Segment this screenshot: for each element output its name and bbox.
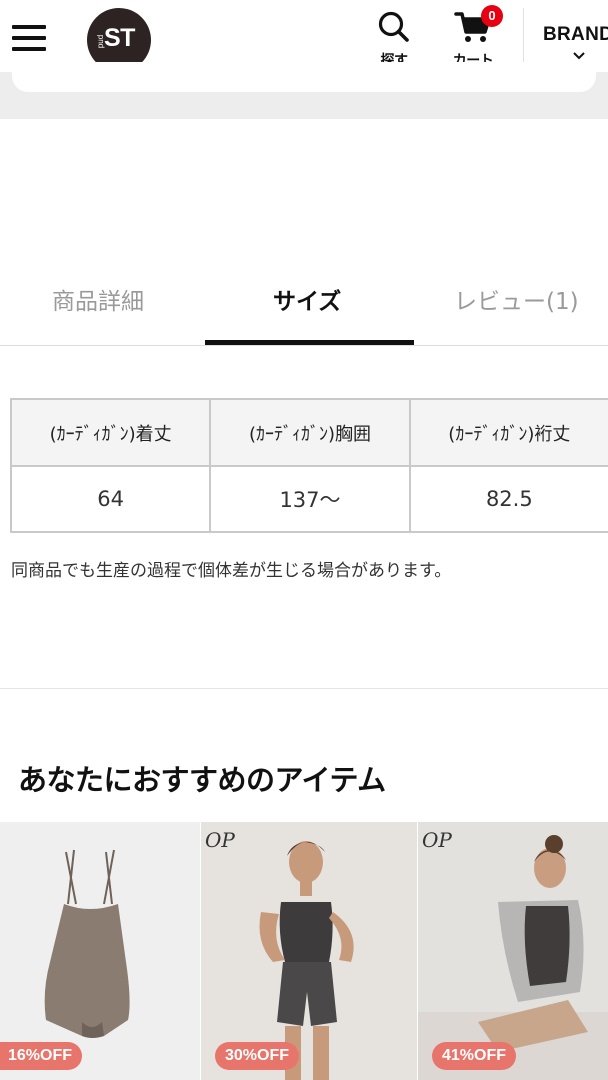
product-card[interactable]: 16%OFF: [0, 822, 200, 1080]
cart-count-badge: 0: [481, 5, 503, 27]
table-row: 64 137～ 82.5: [9, 465, 608, 533]
brand-label: BRAND: [543, 24, 608, 45]
menu-icon[interactable]: [12, 23, 48, 53]
size-value-chest: 137～: [209, 465, 411, 533]
search-pill[interactable]: [12, 62, 596, 92]
size-note: 同商品でも生産の過程で個体差が生じる場合があります。: [11, 561, 452, 581]
cart-button[interactable]: 0 カート: [446, 5, 503, 70]
recommend-title: あなたにおすすめのアイテム: [18, 763, 386, 797]
size-value-sleeve: 82.5: [408, 465, 608, 533]
product-card[interactable]: OP 41%OFF: [418, 822, 608, 1080]
brand-menu-button[interactable]: BRAND: [543, 24, 608, 60]
discount-badge: 41%OFF: [432, 1042, 517, 1070]
tab-product-details[interactable]: 商品詳細: [52, 282, 144, 316]
size-table-header-row: (ｶｰﾃﾞｨｶﾞﾝ)着丈 (ｶｰﾃﾞｨｶﾞﾝ)胸囲 (ｶｰﾃﾞｨｶﾞﾝ)裄丈: [9, 398, 608, 467]
search-icon: [378, 11, 409, 42]
product-card[interactable]: OP 30%OFF: [201, 822, 417, 1080]
size-value-length: 64: [9, 465, 212, 533]
search-area-band: [0, 62, 608, 119]
logo-text: ST: [104, 24, 135, 52]
tabs-divider: [0, 345, 608, 346]
search-button[interactable]: 探す: [372, 10, 416, 70]
chevron-down-icon: [573, 52, 585, 60]
size-header-sleeve: (ｶｰﾃﾞｨｶﾞﾝ)裄丈: [408, 398, 608, 467]
size-table: (ｶｰﾃﾞｨｶﾞﾝ)着丈 (ｶｰﾃﾞｨｶﾞﾝ)胸囲 (ｶｰﾃﾞｨｶﾞﾝ)裄丈 6…: [9, 398, 608, 533]
op-brand-mark: OP: [205, 828, 235, 852]
size-header-chest: (ｶｰﾃﾞｨｶﾞﾝ)胸囲: [209, 398, 411, 467]
section-divider: [0, 688, 608, 689]
discount-badge: 30%OFF: [215, 1042, 300, 1070]
tab-size[interactable]: サイズ: [273, 282, 341, 316]
discount-badge: 16%OFF: [0, 1042, 83, 1070]
size-header-length: (ｶｰﾃﾞｨｶﾞﾝ)着丈: [9, 398, 212, 467]
product-tabs: 商品詳細 サイズ レビュー(1): [0, 262, 608, 346]
op-brand-mark: OP: [422, 828, 452, 852]
tab-reviews[interactable]: レビュー(1): [454, 282, 579, 316]
